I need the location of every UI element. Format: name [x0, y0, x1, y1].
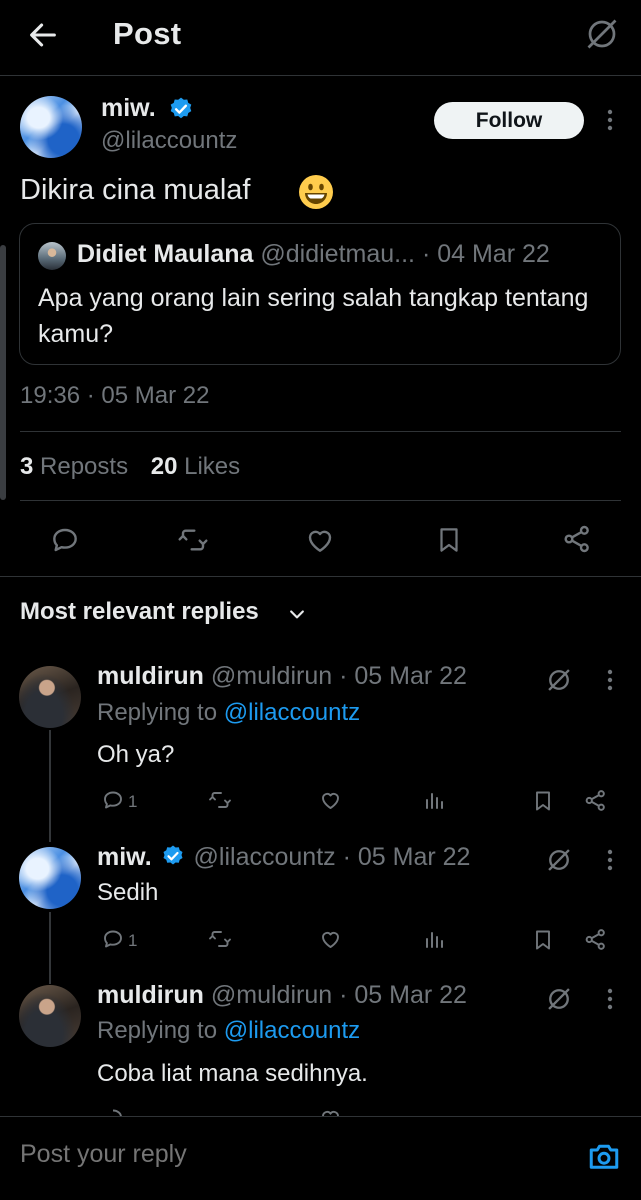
reply-author-handle: @muldirun	[210, 662, 333, 690]
quote-avatar	[38, 242, 66, 270]
more-options-icon[interactable]	[600, 108, 620, 132]
thread-line	[49, 730, 51, 842]
reply-author-handle: @lilaccountz	[193, 843, 336, 871]
share-icon[interactable]	[583, 788, 608, 813]
reply-author-name[interactable]: muldirun	[97, 981, 204, 1009]
like-heart-icon[interactable]	[318, 788, 343, 812]
reply-header: miw. @lilaccountz · 05 Mar 22	[97, 843, 470, 872]
page-title: Post	[113, 16, 182, 51]
reply-header: muldirun @muldirun · 05 Mar 22	[97, 662, 467, 691]
reposts-count: 3	[20, 453, 34, 480]
header-divider	[0, 75, 641, 76]
replying-to: Replying to @lilaccountz	[97, 699, 360, 727]
likes-count: 20	[150, 453, 178, 480]
reply-icon[interactable]	[101, 788, 125, 812]
reply-icon[interactable]	[49, 524, 81, 556]
repost-icon[interactable]	[207, 788, 233, 812]
bookmark-icon[interactable]	[434, 524, 464, 556]
more-options-icon[interactable]	[600, 668, 620, 692]
replies-sort-label[interactable]: Most relevant replies	[20, 598, 259, 626]
reply-text: Sedih	[97, 879, 159, 906]
more-options-icon[interactable]	[600, 987, 620, 1011]
post-timestamp: 19:36 · 05 Mar 22	[20, 382, 210, 409]
reply-count: 1	[128, 792, 138, 811]
verified-badge-icon	[168, 96, 194, 122]
views-chart-icon[interactable]	[423, 788, 447, 812]
grok-icon[interactable]	[545, 666, 573, 694]
likes-stat[interactable]: 20 Likes	[151, 453, 240, 480]
replying-to-prefix: Replying to	[97, 699, 218, 726]
reply-input[interactable]	[20, 1140, 560, 1169]
post-stats: 3 Reposts 20 Likes	[20, 453, 240, 481]
back-arrow-icon[interactable]	[26, 18, 60, 52]
quote-author-handle: @didietmau...	[260, 240, 415, 268]
author-name[interactable]: miw.	[101, 94, 156, 123]
replying-to: Replying to @lilaccountz	[97, 1017, 360, 1045]
more-options-icon[interactable]	[600, 848, 620, 872]
replying-to-handle[interactable]: @lilaccountz	[224, 699, 360, 726]
chevron-down-icon[interactable]	[287, 604, 307, 624]
composer-divider	[0, 1116, 641, 1117]
verified-badge-icon	[161, 844, 185, 868]
reply-icon[interactable]	[101, 927, 125, 951]
views-chart-icon[interactable]	[423, 927, 447, 951]
like-heart-icon[interactable]	[318, 927, 343, 951]
reply-text: Coba liat mana sedihnya.	[97, 1060, 368, 1087]
grinning-face-emoji	[298, 174, 334, 210]
top-bar: Post	[0, 0, 641, 76]
post-text: Dikira cina mualaf	[20, 174, 251, 206]
reply-avatar[interactable]	[19, 666, 81, 728]
repost-icon[interactable]	[207, 927, 233, 951]
repost-icon[interactable]	[176, 524, 210, 556]
like-heart-icon[interactable]	[304, 524, 336, 556]
divider	[20, 431, 621, 432]
divider	[20, 500, 621, 501]
reposts-stat[interactable]: 3 Reposts	[20, 453, 128, 480]
reply-author-name[interactable]: muldirun	[97, 662, 204, 690]
reply-avatar[interactable]	[19, 985, 81, 1047]
divider	[0, 576, 641, 577]
scrollbar-thumb[interactable]	[0, 245, 6, 500]
grok-icon[interactable]	[545, 985, 573, 1013]
replying-to-prefix: Replying to	[97, 1017, 218, 1044]
reposts-label: Reposts	[40, 453, 129, 480]
reply-header: muldirun @muldirun · 05 Mar 22	[97, 981, 467, 1010]
reply-date: · 05 Mar 22	[339, 981, 467, 1009]
reply-text: Oh ya?	[97, 741, 175, 768]
camera-icon[interactable]	[586, 1138, 622, 1174]
reply-author-name[interactable]: miw.	[97, 843, 152, 871]
likes-label: Likes	[184, 453, 241, 480]
author-handle[interactable]: @lilaccountz	[101, 127, 237, 155]
quote-date: · 04 Mar 22	[421, 240, 550, 268]
replying-to-handle[interactable]: @lilaccountz	[224, 1017, 360, 1044]
follow-button[interactable]: Follow	[434, 102, 584, 139]
quote-text: Apa yang orang lain sering salah tangkap…	[38, 284, 589, 348]
reply-date: · 05 Mar 22	[339, 662, 467, 690]
share-icon[interactable]	[561, 523, 593, 555]
quote-author-name: Didiet Maulana	[77, 240, 254, 268]
bookmark-icon[interactable]	[531, 927, 555, 953]
grok-icon[interactable]	[584, 16, 620, 52]
bookmark-icon[interactable]	[531, 788, 555, 814]
share-icon[interactable]	[583, 927, 608, 952]
author-avatar[interactable]	[20, 96, 82, 158]
reply-author-handle: @muldirun	[210, 981, 333, 1009]
reply-count: 1	[128, 931, 138, 950]
grok-icon[interactable]	[545, 846, 573, 874]
reply-avatar[interactable]	[19, 847, 81, 909]
quote-header: Didiet Maulana @didietmau... · 04 Mar 22	[77, 240, 550, 269]
reply-date: · 05 Mar 22	[342, 843, 471, 871]
thread-line	[49, 912, 51, 984]
